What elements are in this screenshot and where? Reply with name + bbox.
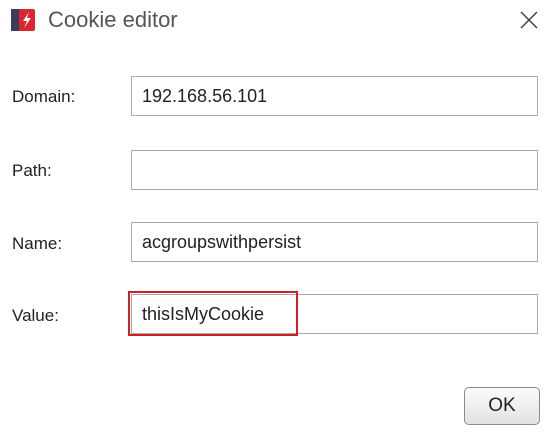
domain-field[interactable] bbox=[131, 76, 538, 116]
title-bar: Cookie editor bbox=[0, 0, 560, 40]
window-title: Cookie editor bbox=[48, 7, 178, 32]
path-field[interactable] bbox=[131, 150, 538, 190]
app-logo-icon bbox=[10, 8, 36, 32]
domain-label: Domain: bbox=[12, 87, 76, 106]
cookie-editor-dialog: Cookie editor Domain: Path: Name: Value:… bbox=[0, 0, 560, 435]
value-field[interactable] bbox=[131, 294, 538, 334]
close-button[interactable] bbox=[513, 4, 545, 36]
ok-button[interactable]: OK bbox=[464, 387, 540, 425]
value-label: Value: bbox=[12, 306, 59, 325]
close-icon bbox=[520, 11, 538, 29]
name-field[interactable] bbox=[131, 222, 538, 262]
name-label: Name: bbox=[12, 234, 63, 253]
path-label: Path: bbox=[12, 161, 52, 180]
